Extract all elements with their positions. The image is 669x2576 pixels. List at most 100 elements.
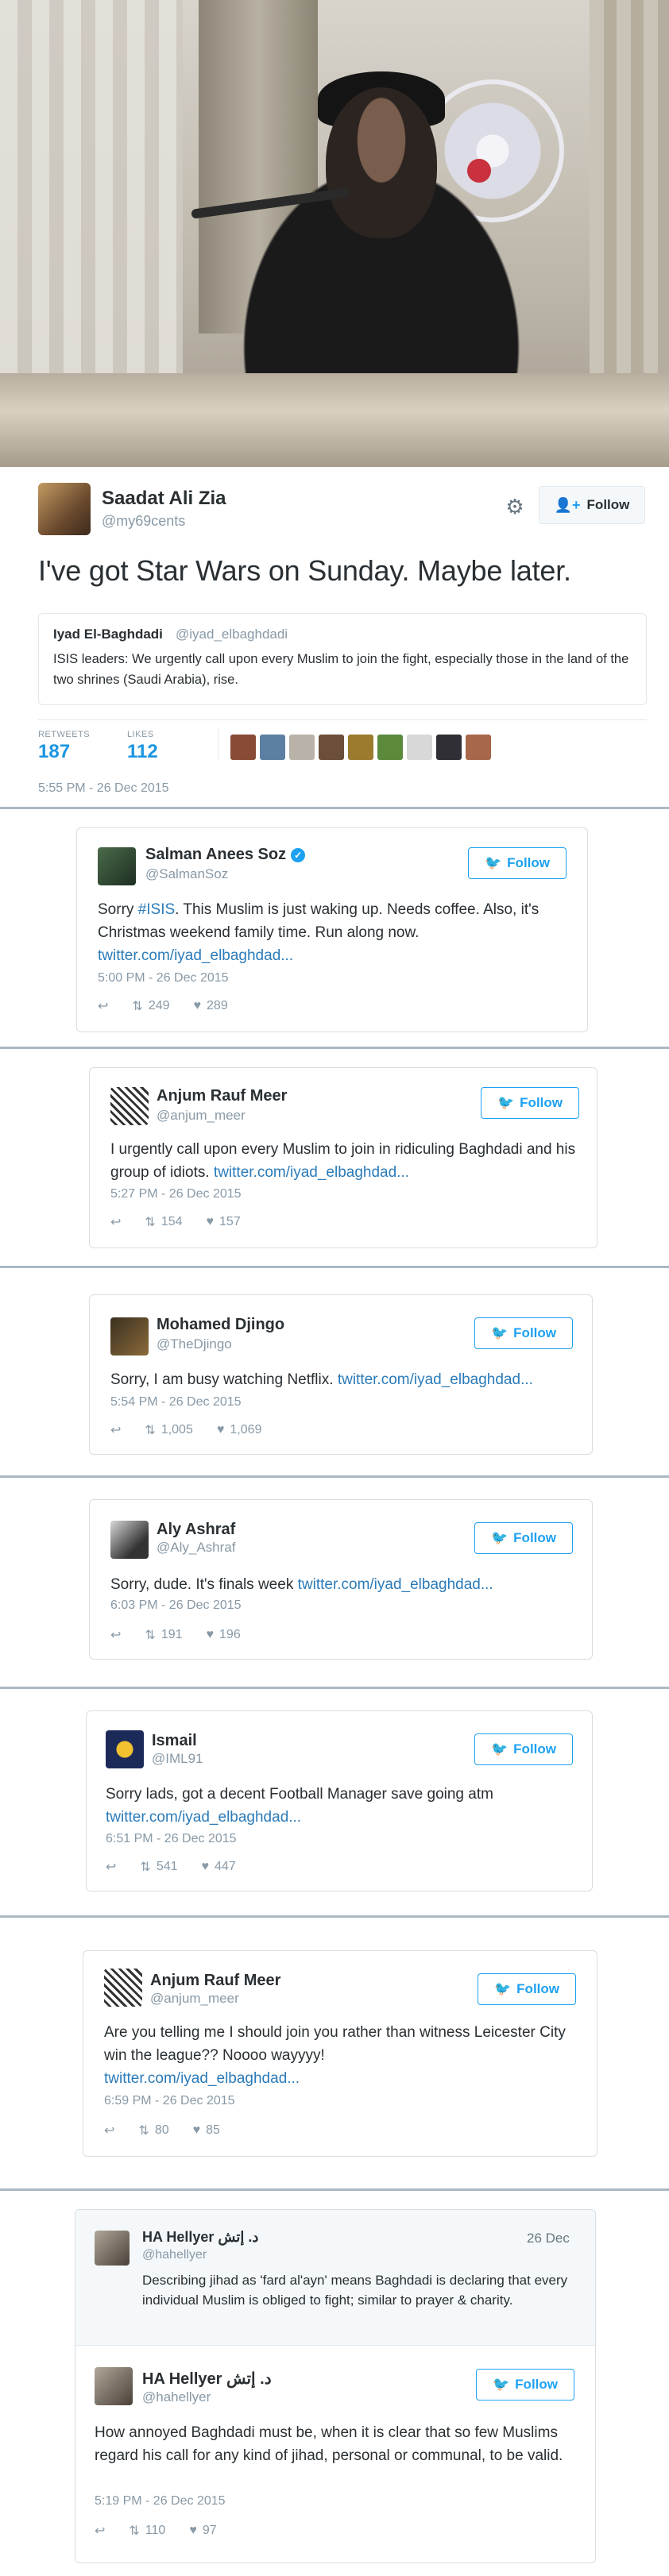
reply-icon[interactable]: ↩ xyxy=(110,1214,121,1230)
reply-icon[interactable]: ↩ xyxy=(95,2523,105,2539)
retweet-count: 80 xyxy=(154,2123,169,2137)
tweet-timestamp[interactable]: 6:03 PM - 26 Dec 2015 xyxy=(110,1598,242,1613)
tweet-timestamp[interactable]: 5:19 PM - 26 Dec 2015 xyxy=(95,2494,226,2509)
main-tweet: Saadat Ali Zia @my69cents ⚙ 👤+ Follow I'… xyxy=(0,467,669,807)
author-handle[interactable]: @anjum_meer xyxy=(150,1991,239,2007)
photo-ledge xyxy=(0,373,669,467)
avatar[interactable] xyxy=(348,735,373,760)
twitter-bird-icon: 🐦 xyxy=(497,1095,515,1110)
avatar[interactable] xyxy=(466,735,491,760)
like-button[interactable]: ♥ 97 xyxy=(189,2524,216,2538)
author-handle[interactable]: @IML91 xyxy=(152,1751,203,1767)
heart-icon: ♥ xyxy=(206,1215,215,1228)
like-stat[interactable]: LIKES 112 xyxy=(127,730,158,763)
reply-icon[interactable]: ↩ xyxy=(110,1422,121,1438)
avatar[interactable] xyxy=(230,735,256,760)
retweet-button[interactable]: ⇅ 191 xyxy=(145,1627,182,1643)
avatar[interactable] xyxy=(260,735,285,760)
quoted-tweet[interactable]: Iyad El-Baghdadi @iyad_elbaghdadi ISIS l… xyxy=(38,613,647,705)
retweet-button[interactable]: ⇅ 110 xyxy=(129,2523,165,2539)
like-count: 447 xyxy=(215,1860,236,1873)
tweet-link[interactable]: twitter.com/iyad_elbaghdad... xyxy=(298,1576,493,1593)
avatar[interactable] xyxy=(110,1521,149,1559)
follow-button[interactable]: 🐦 Follow xyxy=(468,847,567,879)
avatar[interactable] xyxy=(95,2367,133,2405)
author-name[interactable]: Saadat Ali Zia xyxy=(102,488,226,510)
follow-button[interactable]: 🐦 Follow xyxy=(474,1522,573,1554)
like-count: 1,069 xyxy=(230,1423,262,1436)
gear-icon[interactable]: ⚙ xyxy=(502,494,528,519)
author-handle[interactable]: @my69cents xyxy=(102,513,185,530)
reply-icon[interactable]: ↩ xyxy=(110,1627,121,1643)
follow-button[interactable]: 🐦 Follow xyxy=(474,1317,573,1349)
embedded-tweet: Anjum Rauf Meer @anjum_meer 🐦 Follow Are… xyxy=(83,1950,597,2157)
tweet-link[interactable]: twitter.com/iyad_elbaghdad... xyxy=(338,1371,533,1388)
follow-label: Follow xyxy=(520,1095,563,1110)
avatar[interactable] xyxy=(38,483,91,535)
author-name[interactable]: Anjum Rauf Meer xyxy=(157,1087,287,1105)
tweet-timestamp[interactable]: 5:55 PM - 26 Dec 2015 xyxy=(38,781,169,796)
like-button[interactable]: ♥ 1,069 xyxy=(217,1423,262,1437)
avatar[interactable] xyxy=(110,1087,149,1125)
tweet-date[interactable]: 26 Dec xyxy=(527,2231,570,2246)
tweet-timestamp[interactable]: 5:54 PM - 26 Dec 2015 xyxy=(110,1395,242,1409)
reply-icon[interactable]: ↩ xyxy=(104,2123,114,2138)
like-button[interactable]: ♥ 196 xyxy=(207,1628,241,1642)
avatar[interactable] xyxy=(407,735,432,760)
author-handle[interactable]: @TheDjingo xyxy=(157,1336,232,1352)
follow-button[interactable]: 👤+ Follow xyxy=(539,486,645,524)
author-name[interactable]: HA Hellyer د. إتش xyxy=(142,2369,272,2389)
tweet-timestamp[interactable]: 6:59 PM - 26 Dec 2015 xyxy=(104,2094,235,2108)
avatar[interactable] xyxy=(377,735,403,760)
author-name[interactable]: Mohamed Djingo xyxy=(157,1316,284,1334)
avatar[interactable] xyxy=(289,735,315,760)
retweet-button[interactable]: ⇅ 541 xyxy=(140,1859,177,1875)
like-button[interactable]: ♥ 85 xyxy=(193,2123,220,2138)
retweet-button[interactable]: ⇅ 249 xyxy=(132,998,169,1014)
follow-button[interactable]: 🐦 Follow xyxy=(478,1973,576,2005)
author-handle[interactable]: @SalmanSoz xyxy=(145,866,228,882)
tweet-actions: ↩ ⇅ 191 ♥ 196 xyxy=(110,1627,241,1643)
avatar[interactable] xyxy=(106,1730,144,1768)
author-handle[interactable]: @Aly_Ashraf xyxy=(157,1540,235,1556)
avatar[interactable] xyxy=(104,1969,142,2007)
author-name[interactable]: Aly Ashraf xyxy=(157,1521,235,1539)
retweet-button[interactable]: ⇅ 1,005 xyxy=(145,1422,192,1438)
like-button[interactable]: ♥ 157 xyxy=(207,1215,241,1229)
tweet-text: Sorry lads, got a decent Football Manage… xyxy=(106,1786,493,1826)
author-handle[interactable]: @hahellyer xyxy=(142,2389,211,2405)
follow-button[interactable]: 🐦 Follow xyxy=(476,2369,574,2401)
tweet-timestamp[interactable]: 6:51 PM - 26 Dec 2015 xyxy=(106,1832,237,1846)
author-name[interactable]: HA Hellyer د. إتش xyxy=(142,2229,258,2246)
tweet-link[interactable]: twitter.com/iyad_elbaghdad... xyxy=(104,2070,300,2087)
tweet-timestamp[interactable]: 5:27 PM - 26 Dec 2015 xyxy=(110,1187,242,1201)
avatar[interactable] xyxy=(110,1317,149,1355)
twitter-bird-icon: 🐦 xyxy=(491,1325,509,1340)
reply-icon[interactable]: ↩ xyxy=(106,1859,116,1875)
follow-label: Follow xyxy=(507,855,550,870)
avatar[interactable] xyxy=(95,2231,130,2266)
follow-button[interactable]: 🐦 Follow xyxy=(474,1733,573,1765)
reply-icon[interactable]: ↩ xyxy=(98,998,108,1014)
author-name[interactable]: Ismail xyxy=(152,1732,197,1750)
author-handle[interactable]: @hahellyer xyxy=(142,2248,207,2262)
author-name[interactable]: Anjum Rauf Meer xyxy=(150,1972,280,1990)
parent-tweet[interactable]: HA Hellyer د. إتش @hahellyer 26 Dec Desc… xyxy=(75,2210,595,2345)
author-handle[interactable]: @anjum_meer xyxy=(157,1108,246,1124)
retweet-button[interactable]: ⇅ 80 xyxy=(138,2123,168,2138)
tweet-timestamp[interactable]: 5:00 PM - 26 Dec 2015 xyxy=(98,971,229,985)
like-button[interactable]: ♥ 289 xyxy=(194,999,228,1013)
tweet-link[interactable]: twitter.com/iyad_elbaghdad... xyxy=(98,947,293,964)
retweet-button[interactable]: ⇅ 154 xyxy=(145,1214,182,1230)
avatar[interactable] xyxy=(319,735,344,760)
tweet-link[interactable]: twitter.com/iyad_elbaghdad... xyxy=(214,1164,409,1181)
avatar[interactable] xyxy=(436,735,462,760)
hashtag-link[interactable]: #ISIS xyxy=(138,901,175,918)
avatar[interactable] xyxy=(98,847,136,885)
like-button[interactable]: ♥ 447 xyxy=(202,1860,236,1874)
follow-label: Follow xyxy=(513,1741,556,1757)
like-count: 157 xyxy=(219,1215,241,1228)
follow-button[interactable]: 🐦 Follow xyxy=(481,1087,579,1119)
retweet-stat[interactable]: RETWEETS 187 xyxy=(38,730,90,763)
tweet-link[interactable]: twitter.com/iyad_elbaghdad... xyxy=(106,1809,301,1826)
